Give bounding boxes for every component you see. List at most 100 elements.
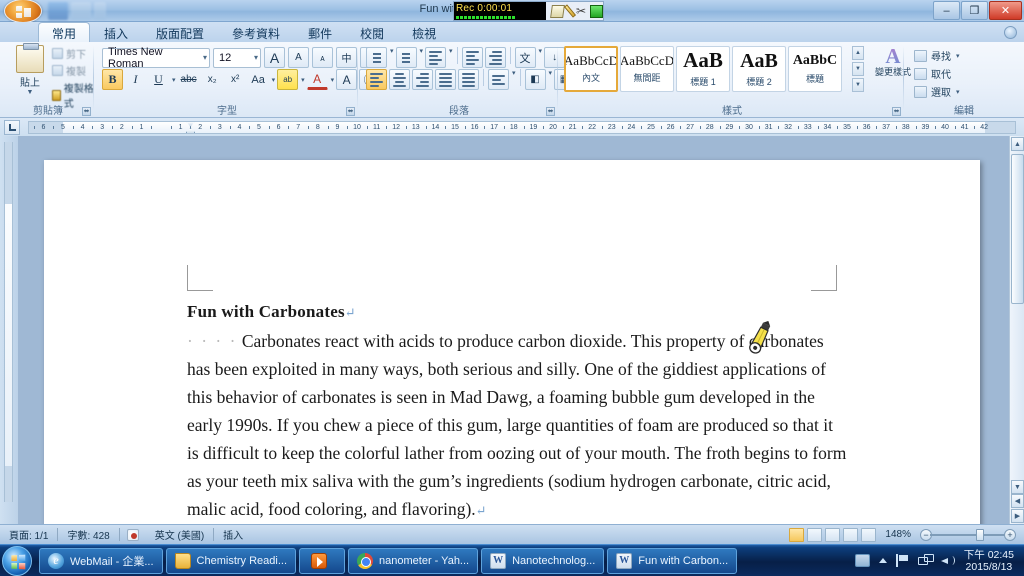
style-heading-2[interactable]: AaB 標題 2 (732, 46, 786, 92)
font-size-combo[interactable]: 12 ▾ (213, 47, 261, 68)
chevron-down-icon[interactable]: ▾ (331, 76, 335, 84)
style-normal[interactable]: AaBbCcD 內文 (564, 46, 618, 92)
replace-button[interactable]: 取代 (914, 66, 951, 81)
page-indicator[interactable]: 頁面: 1/1 (0, 527, 57, 542)
style-gallery-more-button[interactable]: ▼ (852, 78, 864, 92)
align-right-icon[interactable] (412, 69, 433, 90)
chevron-down-icon[interactable]: ▾ (420, 47, 424, 68)
numbering-icon[interactable] (395, 47, 417, 68)
grow-font-button[interactable]: A (264, 47, 285, 68)
start-button[interactable] (2, 545, 32, 576)
scrollbar-thumb[interactable] (1011, 154, 1024, 304)
action-flag-icon[interactable] (895, 554, 909, 567)
minimize-button[interactable]: – (933, 1, 960, 20)
chevron-down-icon[interactable]: ▾ (272, 76, 276, 84)
phonetic-guide-button[interactable]: 中 (336, 47, 357, 68)
volume-icon[interactable] (940, 554, 955, 567)
subscript-button[interactable]: x₂ (202, 69, 223, 90)
line-spacing-icon[interactable] (488, 69, 509, 90)
style-no-spacing[interactable]: AaBbCcD 無間距 (620, 46, 674, 92)
cut-button[interactable]: 剪下 (52, 46, 94, 61)
zoom-in-button[interactable]: + (1004, 528, 1016, 541)
proofing-errors-icon[interactable] (126, 528, 139, 541)
taskbar-item-webmail[interactable]: WebMail - 企業... (39, 547, 163, 574)
taskbar-item-media-player[interactable] (299, 547, 346, 574)
full-screen-view-button[interactable] (807, 527, 823, 542)
draft-view-button[interactable] (861, 527, 877, 542)
select-button[interactable]: 選取 ▾ (914, 84, 960, 99)
taskbar-item-nanotechnology[interactable]: Nanotechnolog... (481, 547, 605, 574)
tab-stop-icon[interactable] (4, 120, 20, 135)
stop-icon[interactable] (590, 4, 603, 18)
print-layout-view-button[interactable] (789, 527, 805, 542)
text-effects-button[interactable]: A (336, 69, 358, 90)
language-indicator[interactable]: 英文 (美國) (146, 527, 213, 542)
zoom-level[interactable]: 148% (879, 529, 917, 540)
horizontal-ruler[interactable]: 7654321123456789101112131415161718192021… (28, 121, 1016, 134)
styles-dialog-launcher[interactable]: ⬌ (892, 107, 901, 116)
restore-button[interactable]: ❐ (961, 1, 988, 20)
taskbar-item-nanometer[interactable]: nanometer - Yah... (348, 547, 479, 574)
style-scroll-up-button[interactable]: ▲ (852, 46, 864, 60)
style-title[interactable]: AaBbC 標題 (788, 46, 842, 92)
chevron-down-icon[interactable]: ▾ (390, 47, 394, 68)
paragraph-dialog-launcher[interactable]: ⬌ (546, 107, 555, 116)
vertical-ruler[interactable] (0, 136, 18, 524)
align-left-icon[interactable] (366, 69, 387, 90)
chevron-down-icon[interactable]: ▾ (549, 69, 553, 90)
tab-page-layout[interactable]: 版面配置 (142, 22, 218, 42)
tab-review[interactable]: 校閱 (346, 22, 398, 42)
tab-mailings[interactable]: 郵件 (294, 22, 346, 42)
insert-mode-indicator[interactable]: 插入 (214, 527, 252, 542)
shrink-font-button[interactable]: A (288, 47, 309, 68)
tab-insert[interactable]: 插入 (90, 22, 142, 42)
chevron-down-icon[interactable]: ▾ (539, 47, 543, 68)
chevron-down-icon[interactable]: ▾ (449, 47, 453, 68)
previous-page-button[interactable]: ◀ (1011, 494, 1024, 508)
find-button[interactable]: 尋找 ▾ (914, 48, 960, 63)
tab-view[interactable]: 檢視 (398, 22, 450, 42)
font-name-combo[interactable]: Times New Roman ▾ (102, 46, 210, 70)
text-highlight-button[interactable]: ab (277, 69, 299, 90)
close-button[interactable]: ✕ (989, 1, 1022, 20)
scroll-up-button[interactable]: ▲ (1011, 137, 1024, 151)
multilevel-list-icon[interactable] (425, 47, 447, 68)
screen-recorder-toolbar[interactable]: Rec 0:00:01 ✂ (453, 1, 604, 21)
taskbar-item-fun-with-carbonates[interactable]: Fun with Carbon... (607, 547, 738, 574)
decrease-indent-icon[interactable] (461, 47, 483, 68)
network-icon[interactable] (917, 554, 934, 567)
chevron-down-icon[interactable]: ▾ (512, 69, 516, 90)
pen-icon[interactable] (563, 4, 576, 18)
justify-icon[interactable] (435, 69, 456, 90)
style-scroll-down-button[interactable]: ▼ (852, 62, 864, 76)
shading-icon[interactable]: ◧ (524, 69, 546, 90)
increase-indent-icon[interactable] (484, 47, 506, 68)
clear-formatting-button[interactable]: ᴀ (312, 47, 333, 68)
taskbar-item-chemistry-reading[interactable]: Chemistry Readi... (165, 547, 297, 574)
underline-button[interactable]: U (148, 69, 169, 90)
tab-home[interactable]: 常用 (38, 22, 91, 42)
clipboard-dialog-launcher[interactable]: ⬌ (82, 107, 91, 116)
bullets-icon[interactable] (366, 47, 387, 68)
superscript-button[interactable]: x² (225, 69, 246, 90)
keyboard-layout-icon[interactable] (854, 554, 870, 567)
asian-layout-icon[interactable]: 文 (514, 47, 536, 68)
tab-references[interactable]: 參考資料 (218, 22, 294, 42)
zoom-slider-handle[interactable] (976, 528, 984, 541)
next-page-button[interactable]: ▶ (1011, 509, 1024, 523)
align-center-icon[interactable] (389, 69, 410, 90)
zoom-slider[interactable]: − + (920, 528, 1016, 542)
chevron-down-icon[interactable]: ▾ (172, 76, 176, 84)
document-page[interactable]: Fun with Carbonates↵ · · · · Carbonates … (44, 160, 980, 524)
help-icon[interactable] (1004, 26, 1017, 39)
strikethrough-button[interactable]: abc (178, 69, 200, 90)
chevron-down-icon[interactable]: ▾ (301, 76, 305, 84)
distribute-icon[interactable] (458, 69, 479, 90)
paste-button[interactable]: 貼上 ▼ (10, 43, 50, 97)
font-color-button[interactable]: A (306, 69, 328, 90)
scroll-down-button[interactable]: ▼ (1011, 480, 1024, 494)
change-case-button[interactable]: Aa (248, 69, 269, 90)
show-hidden-icons-arrow[interactable] (878, 558, 887, 563)
web-layout-view-button[interactable] (825, 527, 841, 542)
clock[interactable]: 下午 02:45 2015/8/13 (964, 549, 1018, 573)
